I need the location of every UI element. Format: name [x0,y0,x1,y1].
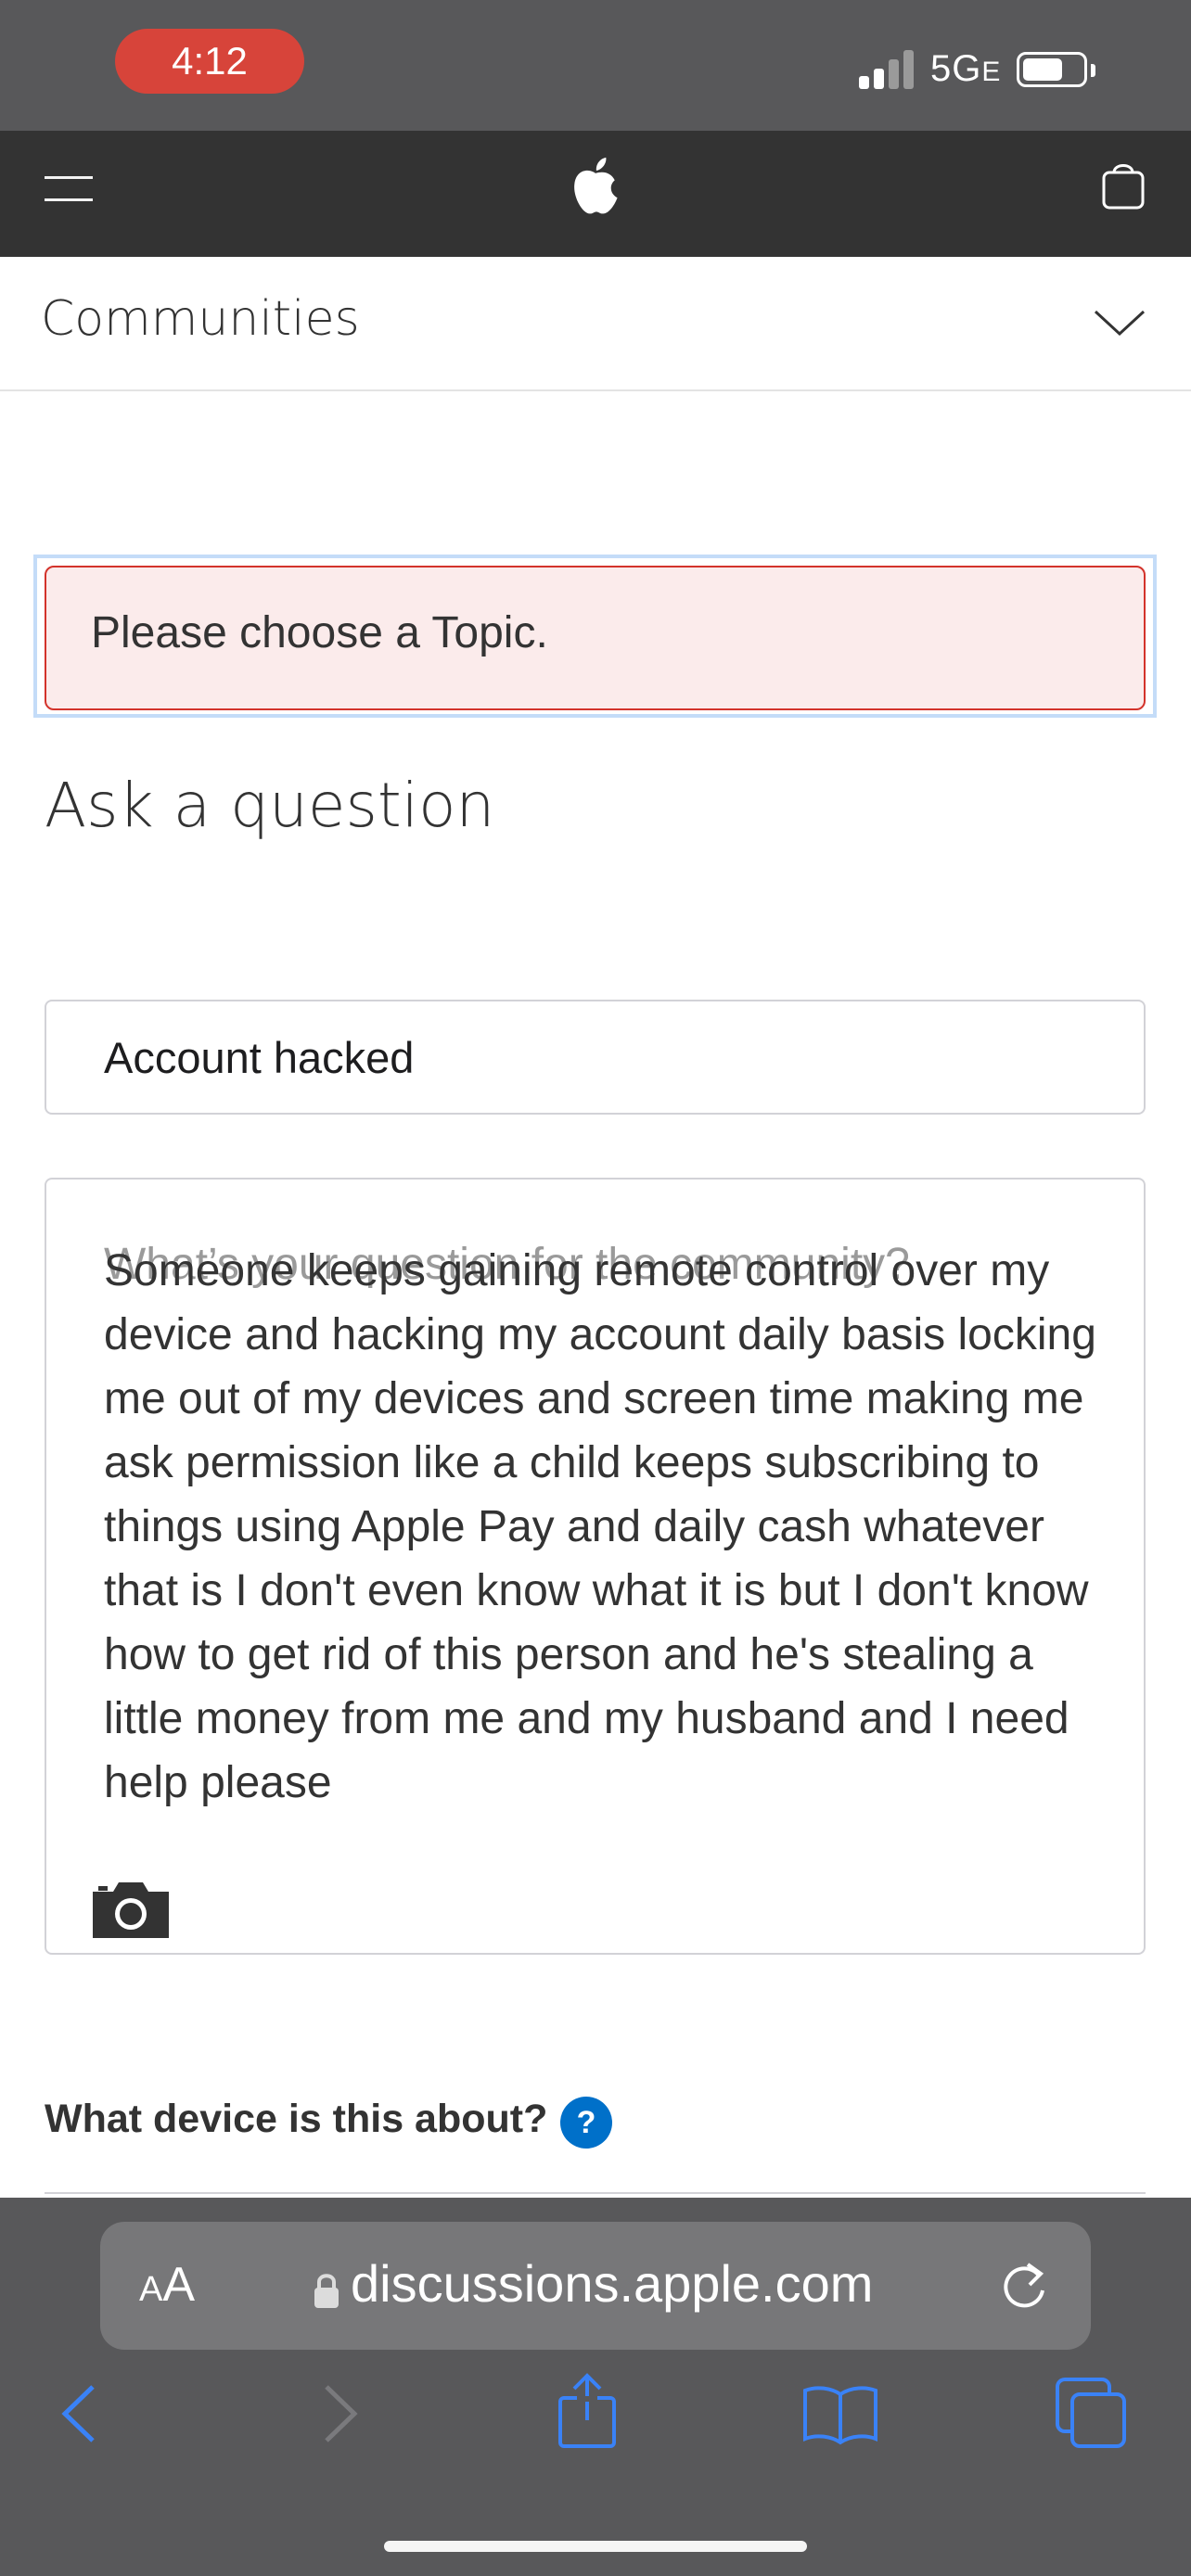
camera-icon[interactable] [87,1877,174,1942]
apple-logo-icon[interactable] [568,156,623,217]
page-title: Ask a question [45,770,495,841]
communities-label: Communities [41,291,360,347]
hamburger-icon[interactable] [45,172,93,204]
battery-icon [1017,52,1087,87]
text-size-button[interactable]: AA [139,2257,195,2313]
chevron-down-icon[interactable] [1093,308,1146,338]
network-type: 5GE [930,48,1002,89]
reload-icon[interactable] [998,2257,1052,2315]
error-message: Please choose a Topic. [91,608,548,657]
lock-icon [314,2274,339,2308]
share-icon[interactable] [557,2372,618,2450]
battery-nub [1091,64,1095,77]
help-icon[interactable]: ? [560,2097,612,2149]
shopping-bag-icon[interactable] [1100,158,1146,211]
question-body-value: Someone keeps gaining remote control ove… [104,1246,1096,1807]
tabs-icon[interactable] [1054,2376,1128,2450]
url-text: discussions.apple.com [351,2254,874,2313]
status-time[interactable]: 4:12 [115,29,304,94]
device-select-border [45,2192,1146,2194]
forward-icon[interactable] [319,2381,362,2446]
device-question-label: What device is this about? [45,2097,548,2141]
cellular-signal-icon [859,48,918,89]
bookmarks-icon[interactable] [801,2381,879,2446]
question-title-value: Account hacked [104,1033,415,1082]
back-icon[interactable] [58,2381,100,2446]
home-indicator[interactable] [384,2541,807,2552]
